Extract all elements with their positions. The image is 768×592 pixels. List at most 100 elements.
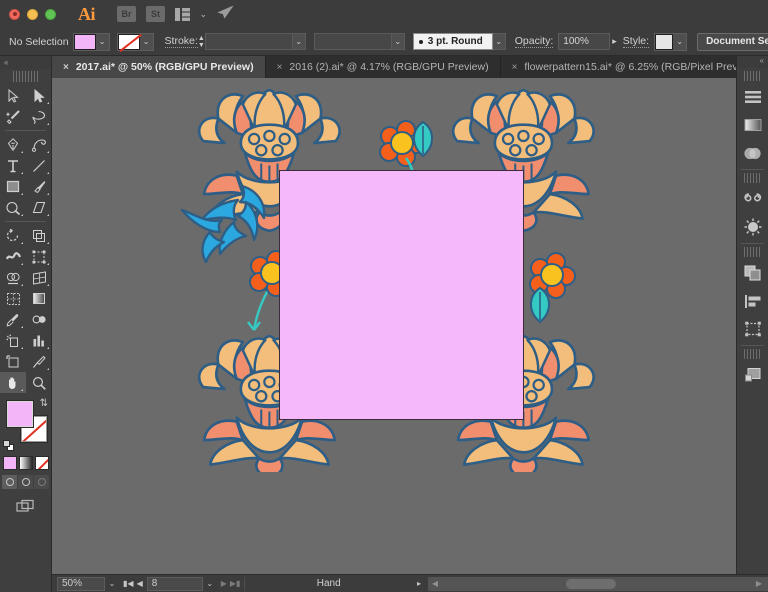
tools-panel-gripper[interactable]	[12, 71, 39, 82]
document-setup-button[interactable]: Document Setup	[697, 32, 768, 51]
properties-icon[interactable]	[737, 83, 768, 111]
stroke-color-control[interactable]: ⌄	[116, 32, 154, 51]
brush-definition-control[interactable]: 3 pt. Round ⌄	[412, 33, 506, 50]
libraries-icon[interactable]	[737, 185, 768, 213]
align-icon[interactable]	[737, 287, 768, 315]
width-tool[interactable]	[0, 246, 26, 267]
gradient-tool[interactable]	[26, 288, 52, 309]
minimize-window-button[interactable]	[27, 8, 38, 20]
artboard-tool[interactable]	[0, 351, 26, 372]
draw-inside-button[interactable]	[34, 475, 49, 489]
lasso-tool[interactable]	[26, 106, 52, 127]
pathfinder-icon[interactable]	[737, 259, 768, 287]
type-tool[interactable]	[0, 155, 26, 176]
slice-tool[interactable]	[26, 351, 52, 372]
paintbrush-tool[interactable]	[26, 176, 52, 197]
magic-wand-tool[interactable]	[0, 106, 26, 127]
shaper-tool[interactable]	[0, 197, 26, 218]
selection-tool[interactable]	[0, 85, 26, 106]
chevron-down-icon[interactable]: ⌄	[200, 9, 208, 19]
artboard-number-chevron-icon[interactable]: ⌄	[203, 579, 217, 588]
swap-fill-stroke-icon[interactable]: ⇅	[40, 398, 48, 409]
eyedropper-tool[interactable]	[0, 309, 26, 330]
collapse-tools-icon[interactable]: «	[0, 56, 51, 69]
scale-tool[interactable]	[26, 225, 52, 246]
horizontal-scroll-thumb[interactable]	[566, 578, 616, 589]
opacity-expand-icon[interactable]: ▸	[610, 36, 619, 47]
gradient-icon[interactable]	[737, 111, 768, 139]
stroke-profile-control[interactable]: ⌄	[313, 33, 405, 50]
document-tab-0[interactable]: × 2017.ai* @ 50% (RGB/GPU Preview)	[52, 56, 266, 78]
close-window-button[interactable]	[9, 8, 20, 20]
share-rocket-icon[interactable]	[217, 5, 234, 23]
brush-definition-chevron-icon[interactable]: ⌄	[492, 33, 506, 50]
draw-normal-button[interactable]	[2, 475, 17, 489]
stock-icon[interactable]: St	[146, 6, 165, 22]
style-chevron-icon[interactable]: ⌄	[673, 33, 687, 50]
artboard-number-field[interactable]: 8	[146, 576, 203, 591]
line-segment-tool[interactable]	[26, 155, 52, 176]
close-tab-icon[interactable]: ×	[512, 62, 518, 73]
layers-icon[interactable]	[737, 361, 768, 389]
graphic-style-control[interactable]: ⌄	[654, 32, 688, 51]
stroke-weight-input[interactable]	[204, 33, 293, 50]
color-mode-button[interactable]	[2, 456, 17, 470]
expand-panels-icon[interactable]: «	[737, 56, 768, 68]
opacity-input[interactable]: 100%	[558, 33, 611, 50]
transparency-icon[interactable]	[737, 139, 768, 167]
pink-rectangle-object[interactable]	[279, 170, 524, 420]
rectangle-tool[interactable]	[0, 176, 26, 197]
perspective-grid-tool[interactable]	[26, 267, 52, 288]
mesh-tool[interactable]	[0, 288, 26, 309]
close-tab-icon[interactable]: ×	[63, 62, 69, 73]
zoom-window-button[interactable]	[45, 8, 56, 20]
fill-color-control[interactable]: ⌄	[72, 32, 110, 51]
fill-dropdown-chevron-icon[interactable]: ⌄	[95, 33, 109, 50]
brush-definition-field[interactable]: 3 pt. Round	[412, 33, 493, 50]
zoom-level-field[interactable]: 50%	[57, 576, 105, 591]
document-canvas[interactable]	[52, 78, 736, 574]
blend-tool[interactable]	[26, 309, 52, 330]
none-mode-button[interactable]	[34, 456, 49, 470]
status-expand-icon[interactable]: ▸	[412, 579, 426, 588]
symbol-sprayer-tool[interactable]	[0, 330, 26, 351]
panel-group-gripper-4[interactable]	[743, 349, 762, 359]
scroll-right-arrow-icon[interactable]: ▶	[752, 579, 766, 588]
close-tab-icon[interactable]: ×	[277, 62, 283, 73]
zoom-level-chevron-icon[interactable]: ⌄	[105, 579, 119, 588]
stroke-profile-input[interactable]	[313, 33, 392, 50]
canvas-horizontal-scrollbar[interactable]: ◀ ▶	[428, 576, 768, 591]
column-graph-tool[interactable]	[26, 330, 52, 351]
previous-page-icon[interactable]: ◀	[137, 579, 143, 588]
first-page-icon[interactable]: ▮◀	[123, 579, 134, 588]
pen-tool[interactable]	[0, 134, 26, 155]
free-transform-tool[interactable]	[26, 246, 52, 267]
change-screen-mode-button[interactable]	[0, 499, 51, 513]
document-tab-1[interactable]: × 2016 (2).ai* @ 4.17% (RGB/GPU Preview)	[266, 56, 501, 78]
stroke-dropdown-chevron-icon[interactable]: ⌄	[139, 33, 153, 50]
arrange-documents-icon[interactable]	[175, 7, 190, 21]
graphic-style-swatch[interactable]	[655, 33, 674, 50]
current-tool-indicator[interactable]: Hand	[244, 576, 412, 591]
document-tab-2[interactable]: × flowerpattern15.ai* @ 6.25% (RGB/Pixel…	[501, 56, 768, 78]
next-page-icon[interactable]: ▶	[221, 579, 227, 588]
panel-group-gripper-2[interactable]	[743, 173, 762, 183]
stroke-swatch-none[interactable]	[117, 33, 140, 50]
fill-swatch[interactable]	[73, 33, 96, 50]
panel-group-gripper-1[interactable]	[743, 71, 762, 81]
stroke-weight-chevron-icon[interactable]: ⌄	[292, 33, 306, 50]
brushes-icon[interactable]	[737, 213, 768, 241]
bridge-icon[interactable]: Br	[117, 6, 136, 22]
default-fill-stroke-icon[interactable]	[3, 440, 14, 451]
fill-color-swatch[interactable]	[6, 400, 34, 428]
zoom-tool[interactable]	[26, 372, 52, 393]
stroke-weight-stepper[interactable]: ▲ ▼	[198, 33, 205, 50]
shape-builder-tool[interactable]	[0, 267, 26, 288]
direct-selection-tool[interactable]	[26, 85, 52, 106]
opacity-control[interactable]: 100% ▸	[558, 33, 619, 50]
scroll-left-arrow-icon[interactable]: ◀	[428, 579, 442, 588]
rotate-tool[interactable]	[0, 225, 26, 246]
stroke-weight-control[interactable]: ⌄	[204, 33, 306, 50]
gradient-mode-button[interactable]	[18, 456, 33, 470]
stroke-profile-chevron-icon[interactable]: ⌄	[391, 33, 405, 50]
